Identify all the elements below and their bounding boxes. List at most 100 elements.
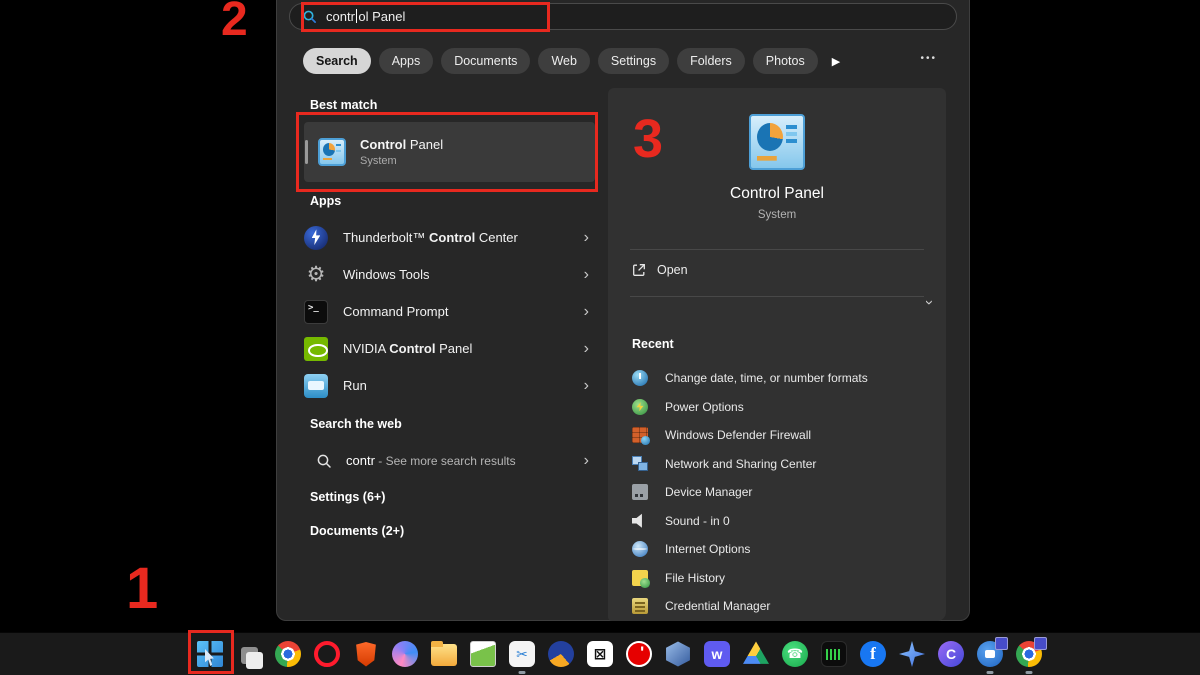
filter-tab-apps[interactable]: Apps: [379, 48, 434, 74]
app-result-label: Run: [343, 378, 367, 393]
download-manager-icon: [548, 641, 574, 667]
chevron-right-icon: ›: [584, 378, 589, 394]
recent-item-firewall[interactable]: Windows Defender Firewall: [632, 421, 938, 450]
search-flyout: control Panel SearchAppsDocumentsWebSett…: [276, 0, 970, 621]
apps-heading: Apps: [310, 194, 341, 208]
taskbar-button-task-view[interactable]: [236, 641, 262, 667]
more-options-button[interactable]: •••: [920, 53, 937, 64]
best-match-heading: Best match: [310, 98, 377, 112]
app-result-label: NVIDIA Control Panel: [343, 341, 472, 356]
settings-group-heading[interactable]: Settings (6+): [310, 490, 385, 504]
taskbar-button-clipchamp[interactable]: [938, 641, 964, 667]
open-button[interactable]: Open: [632, 263, 688, 277]
taskbar-button-msi-center[interactable]: [392, 641, 418, 667]
play-arrow-icon[interactable]: ▶: [832, 55, 840, 68]
sound-icon: [632, 513, 648, 529]
recent-item-sound[interactable]: Sound - in 0: [632, 507, 938, 536]
taskbar-button-wondershare[interactable]: [704, 641, 730, 667]
apps-result-list: Thunderbolt™ Control Center›Windows Tool…: [292, 219, 597, 404]
app-result-nvidia[interactable]: NVIDIA Control Panel ›: [292, 330, 597, 367]
search-filter-tabs: Search Apps Documents Web Settings Folders Pho…: [303, 48, 840, 74]
external-link-icon: [632, 263, 646, 277]
filter-tab-search[interactable]: Search: [303, 48, 371, 74]
network-icon: [632, 456, 648, 472]
taskbar-button-snipping-tool[interactable]: [509, 641, 535, 667]
recent-item-device-manager[interactable]: Device Manager: [632, 478, 938, 507]
taskbar-button-brave[interactable]: [353, 641, 379, 667]
taskbar-button-capcut[interactable]: [587, 641, 613, 667]
credential-manager-icon: [632, 598, 648, 614]
recent-item-label: Power Options: [665, 400, 744, 414]
preview-title: Control Panel: [608, 185, 946, 203]
taskbar-button-copilot[interactable]: [899, 641, 925, 667]
capcut-icon: [587, 641, 613, 667]
chevron-right-icon: ›: [584, 304, 589, 320]
control-panel-icon-large: [749, 114, 805, 170]
taskbar-button-audio-editor[interactable]: [821, 641, 847, 667]
recent-item-label: Sound - in 0: [665, 514, 730, 528]
taskbar-button-google-drive[interactable]: [743, 641, 769, 667]
divider: [630, 249, 924, 250]
screen-recorder-icon: [977, 641, 1003, 667]
filter-tab-settings[interactable]: Settings: [598, 48, 669, 74]
app-result-command-prompt[interactable]: Command Prompt ›: [292, 293, 597, 330]
whatsapp-icon: [782, 641, 808, 667]
recent-item-file-history[interactable]: File History: [632, 564, 938, 593]
clipchamp-icon: [938, 641, 964, 667]
app-result-label: Thunderbolt™ Control Center: [343, 230, 518, 245]
chevron-down-icon[interactable]: ›: [921, 300, 938, 305]
preview-subtitle: System: [608, 209, 946, 221]
desktop: control Panel SearchAppsDocumentsWebSett…: [0, 0, 1200, 675]
nvidia-icon: [304, 337, 328, 361]
app-result-run[interactable]: Run ›: [292, 367, 597, 404]
annotation-step-1: 1: [126, 560, 158, 618]
recent-item-network[interactable]: Network and Sharing Center: [632, 450, 938, 479]
recent-item-datetime[interactable]: Change date, time, or number formats: [632, 364, 938, 393]
taskbar-button-facebook[interactable]: [860, 641, 886, 667]
virtualbox-icon: [665, 641, 691, 667]
filter-tab-documents[interactable]: Documents: [441, 48, 530, 74]
annotation-step-2: 2: [221, 0, 248, 44]
taskbar-button-virtualbox[interactable]: [665, 641, 691, 667]
taskbar-button-opera[interactable]: [314, 641, 340, 667]
recent-item-label: Change date, time, or number formats: [665, 371, 868, 385]
chevron-right-icon: ›: [584, 453, 589, 469]
internet-options-icon: [632, 541, 648, 557]
taskbar-button-chrome-profile[interactable]: [1016, 641, 1042, 667]
app-result-windows-tools[interactable]: Windows Tools›: [292, 256, 597, 293]
file-history-icon: [632, 570, 648, 586]
annotation-rect-start: [188, 630, 234, 674]
taskbar-button-chrome[interactable]: [275, 641, 301, 667]
recent-item-label: Internet Options: [665, 542, 750, 556]
recent-item-power[interactable]: Power Options: [632, 393, 938, 422]
msi-center-icon: [392, 641, 418, 667]
task-view-icon: [241, 647, 258, 664]
device-manager-icon: [632, 484, 648, 500]
filter-tab-web[interactable]: Web: [538, 48, 589, 74]
web-suffix: - See more search results: [375, 454, 516, 468]
vodafone-icon: [626, 641, 652, 667]
search-plain-icon: [316, 453, 332, 469]
taskbar-button-screen-recorder[interactable]: [977, 641, 1003, 667]
filter-tab-photos[interactable]: Photos: [753, 48, 818, 74]
recent-item-label: File History: [665, 571, 725, 585]
documents-group-heading[interactable]: Documents (2+): [310, 524, 404, 538]
photo-editor-icon: [470, 641, 496, 667]
taskbar-button-vodafone[interactable]: [626, 641, 652, 667]
recent-item-label: Device Manager: [665, 485, 752, 499]
app-result-label: Command Prompt: [343, 304, 448, 319]
taskbar-button-file-explorer[interactable]: [431, 641, 457, 667]
taskbar-button-whatsapp[interactable]: [782, 641, 808, 667]
recent-item-internet-options[interactable]: Internet Options: [632, 535, 938, 564]
recent-heading: Recent: [632, 337, 674, 351]
recent-item-credential-manager[interactable]: Credential Manager: [632, 592, 938, 621]
chevron-right-icon: ›: [584, 267, 589, 283]
taskbar-button-photo-editor[interactable]: [470, 641, 496, 667]
filter-tab-folders[interactable]: Folders: [677, 48, 745, 74]
taskbar-button-download-manager[interactable]: [548, 641, 574, 667]
taskbar: [0, 632, 1200, 675]
chevron-right-icon: ›: [584, 341, 589, 357]
web-search-result[interactable]: contr - See more search results ›: [304, 443, 597, 479]
chrome-profile-icon: [1016, 641, 1042, 667]
app-result-thunderbolt[interactable]: Thunderbolt™ Control Center›: [292, 219, 597, 256]
